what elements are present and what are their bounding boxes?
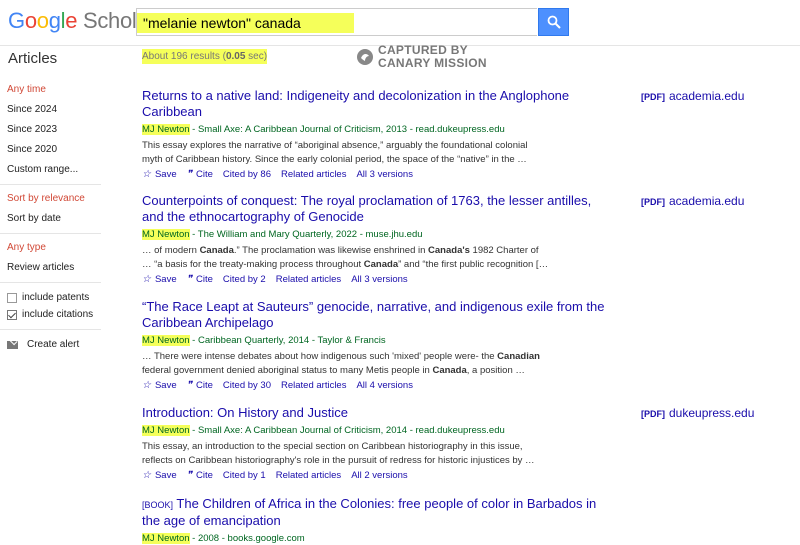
- versions-link[interactable]: All 4 versions: [356, 380, 413, 391]
- results-count: About 196 results (0.05 sec): [142, 49, 268, 64]
- result-snippet: … There were intense debates about how i…: [142, 351, 540, 376]
- filter-review-articles[interactable]: Review articles: [0, 260, 118, 276]
- star-icon: ☆: [142, 274, 151, 285]
- result-item: Returns to a native land: Indigeneity an…: [142, 88, 612, 180]
- star-icon: ☆: [142, 470, 151, 481]
- sidebar-divider: [0, 329, 101, 330]
- versions-link[interactable]: All 3 versions: [351, 274, 408, 285]
- result-meta: MJ Newton - Small Axe: A Caribbean Journ…: [142, 425, 505, 436]
- include-citations-checkbox[interactable]: include citations: [0, 306, 118, 323]
- result-title[interactable]: Counterpoints of conquest: The royal pro…: [142, 193, 612, 225]
- quote-icon: ❞: [186, 169, 193, 180]
- filter-since-2020[interactable]: Since 2020: [0, 142, 118, 158]
- include-patents-checkbox[interactable]: include patents: [0, 289, 118, 306]
- articles-label: Articles: [8, 50, 58, 67]
- result-meta: MJ Newton - The William and Mary Quarter…: [142, 229, 423, 240]
- pdf-link[interactable]: [PDF] academia.edu: [641, 89, 744, 103]
- result-item: Introduction: On History and Justice MJ …: [142, 405, 612, 481]
- result-item: Counterpoints of conquest: The royal pro…: [142, 193, 612, 285]
- sort-relevance[interactable]: Sort by relevance: [0, 191, 118, 207]
- filter-any-type[interactable]: Any type: [0, 240, 118, 256]
- cited-by-link[interactable]: Cited by 2: [223, 274, 266, 285]
- star-icon: ☆: [142, 380, 151, 391]
- result-meta: MJ Newton - 2008 - books.google.com: [142, 533, 305, 544]
- save-button[interactable]: ☆ Save: [142, 380, 177, 391]
- cited-by-link[interactable]: Cited by 1: [223, 470, 266, 481]
- result-actions: ☆ Save ❞ Cite Cited by 86 Related articles…: [142, 169, 612, 180]
- watermark: CAPTURED BY CANARY MISSION: [356, 44, 487, 70]
- cite-button[interactable]: ❞ Cite: [187, 169, 213, 180]
- result-meta: MJ Newton - Small Axe: A Caribbean Journ…: [142, 124, 505, 135]
- result-actions: ☆ Save ❞ Cite Cited by 1 Related articles …: [142, 470, 612, 481]
- result-author[interactable]: MJ Newton: [142, 425, 190, 436]
- versions-link[interactable]: All 3 versions: [356, 169, 413, 180]
- canary-mission-icon: [357, 49, 373, 65]
- filter-custom-range[interactable]: Custom range...: [0, 162, 118, 178]
- create-alert-button[interactable]: Create alert: [0, 336, 118, 353]
- result-meta: MJ Newton - Caribbean Quarterly, 2014 - …: [142, 335, 386, 346]
- cited-by-link[interactable]: Cited by 86: [223, 169, 271, 180]
- filter-any-time[interactable]: Any time: [0, 82, 118, 98]
- google-scholar-logo[interactable]: Google Scholar: [8, 8, 156, 34]
- result-author[interactable]: MJ Newton: [142, 335, 190, 346]
- related-articles-link[interactable]: Related articles: [276, 470, 341, 481]
- sidebar-divider: [0, 233, 101, 234]
- result-item: [BOOK] The Children of Africa in the Col…: [142, 496, 612, 545]
- sidebar: Any time Since 2024 Since 2023 Since 202…: [0, 82, 118, 353]
- result-title[interactable]: Returns to a native land: Indigeneity an…: [142, 88, 612, 120]
- result-title[interactable]: [BOOK] The Children of Africa in the Col…: [142, 496, 612, 529]
- cite-button[interactable]: ❞ Cite: [187, 274, 213, 285]
- pdf-link[interactable]: [PDF] dukeupress.edu: [641, 406, 754, 420]
- result-actions: ☆ Save ❞ Cite Cited by 30 Related articles…: [142, 380, 612, 391]
- quote-icon: ❞: [186, 380, 193, 391]
- save-button[interactable]: ☆ Save: [142, 169, 177, 180]
- search-button[interactable]: [538, 8, 569, 36]
- search-icon: [547, 15, 561, 29]
- checkbox-checked-icon: [7, 309, 17, 320]
- filter-since-2023[interactable]: Since 2023: [0, 122, 118, 138]
- related-articles-link[interactable]: Related articles: [276, 274, 341, 285]
- cited-by-link[interactable]: Cited by 30: [223, 380, 271, 391]
- filter-since-2024[interactable]: Since 2024: [0, 102, 118, 118]
- quote-icon: ❞: [186, 274, 193, 285]
- quote-icon: ❞: [186, 470, 193, 481]
- related-articles-link[interactable]: Related articles: [281, 169, 346, 180]
- star-icon: ☆: [142, 169, 151, 180]
- result-item: “The Race Leapt at Sauteurs” genocide, n…: [142, 299, 612, 391]
- result-author[interactable]: MJ Newton: [142, 533, 190, 544]
- related-articles-link[interactable]: Related articles: [281, 380, 346, 391]
- cite-button[interactable]: ❞ Cite: [187, 380, 213, 391]
- result-snippet: This essay, an introduction to the speci…: [142, 441, 535, 466]
- result-snippet: … of modern Canada.” The proclamation wa…: [142, 245, 549, 270]
- versions-link[interactable]: All 2 versions: [351, 470, 408, 481]
- cite-button[interactable]: ❞ Cite: [187, 470, 213, 481]
- save-button[interactable]: ☆ Save: [142, 274, 177, 285]
- search-box[interactable]: [136, 8, 537, 36]
- result-title[interactable]: “The Race Leapt at Sauteurs” genocide, n…: [142, 299, 612, 331]
- result-snippet: This essay explores the narrative of “ab…: [142, 140, 528, 165]
- sort-date[interactable]: Sort by date: [0, 211, 118, 227]
- sidebar-divider: [0, 184, 101, 185]
- search-input[interactable]: [137, 13, 354, 33]
- envelope-icon: [7, 340, 18, 349]
- save-button[interactable]: ☆ Save: [142, 470, 177, 481]
- sidebar-divider: [0, 282, 101, 283]
- book-tag: [BOOK]: [142, 500, 174, 510]
- result-title[interactable]: Introduction: On History and Justice: [142, 405, 612, 421]
- result-actions: ☆ Save ❞ Cite Cited by 2 Related articles …: [142, 274, 612, 285]
- result-author[interactable]: MJ Newton: [142, 124, 190, 135]
- result-author[interactable]: MJ Newton: [142, 229, 190, 240]
- checkbox-icon: [7, 292, 17, 303]
- pdf-link[interactable]: [PDF] academia.edu: [641, 194, 744, 208]
